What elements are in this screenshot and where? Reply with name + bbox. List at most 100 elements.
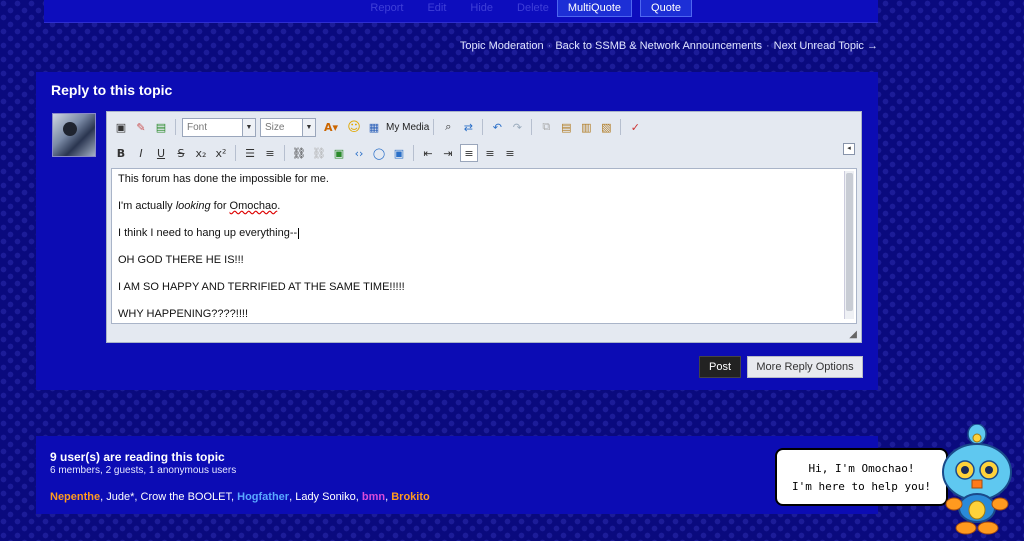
- unlink-icon[interactable]: ⛓: [311, 145, 327, 161]
- spellcheck-icon[interactable]: ✓: [627, 119, 643, 135]
- misspelled-word: Omochao: [229, 200, 278, 212]
- omochao-speech-bubble: Hi, I'm Omochao! I'm here to help you!: [775, 448, 948, 506]
- collapse-toolbar-icon[interactable]: ◂: [843, 143, 855, 155]
- readers-list: Nepenthe, Jude*, Crow the BOOLET, Hogfat…: [50, 491, 430, 503]
- size-select[interactable]: Size ▼: [260, 117, 316, 137]
- text-run: for: [210, 200, 230, 212]
- outdent-icon[interactable]: ⇤: [420, 145, 436, 161]
- text-run: .: [277, 200, 281, 212]
- post-actions: Report Edit Hide Delete MultiQuote Quote: [346, 0, 692, 17]
- source-icon[interactable]: ▣: [113, 119, 129, 135]
- text-color-icon[interactable]: A▾: [320, 119, 342, 135]
- italic-text: looking: [175, 200, 211, 212]
- paste-text-icon[interactable]: ▥: [578, 119, 594, 135]
- reader-username[interactable]: Crow the BOOLET: [141, 491, 231, 503]
- text-run: I'm actually: [118, 200, 176, 212]
- toolbar-separator: [235, 145, 236, 161]
- text-line: This forum has done the impossible for m…: [118, 173, 329, 185]
- select-all-icon[interactable]: ▤: [153, 119, 169, 135]
- back-to-forum-link[interactable]: Back to SSMB & Network Announcements: [555, 40, 762, 52]
- text-line: I AM SO HAPPY AND TERRIFIED AT THE SAME …: [118, 281, 405, 293]
- text-line: WHY HAPPENING????!!!!: [118, 308, 249, 320]
- report-link[interactable]: Report: [370, 2, 403, 14]
- media-icon[interactable]: ▦: [366, 119, 382, 135]
- text-line: OH GOD THERE HE IS!!!: [118, 254, 244, 266]
- emoticon-icon[interactable]: ☺: [346, 119, 362, 135]
- text-caret: [298, 227, 300, 239]
- omochao-mascot[interactable]: [934, 424, 1020, 536]
- post-button[interactable]: Post: [699, 356, 741, 378]
- textarea-scrollbar[interactable]: [844, 171, 854, 319]
- active-readers-panel: 9 user(s) are reading this topic 6 membe…: [36, 436, 878, 514]
- toolbar-separator: [620, 119, 622, 135]
- bold-icon[interactable]: B: [113, 145, 129, 161]
- reader-username[interactable]: bmn: [362, 491, 385, 503]
- image-icon[interactable]: ▣: [331, 145, 347, 161]
- reader-username[interactable]: Jude*: [106, 491, 134, 503]
- separator: ·: [547, 40, 552, 52]
- eraser-icon[interactable]: ✎: [133, 119, 149, 135]
- more-reply-options-button[interactable]: More Reply Options: [747, 356, 863, 378]
- multiquote-button[interactable]: MultiQuote: [556, 0, 633, 17]
- align-left-icon[interactable]: ≡: [460, 144, 478, 162]
- align-right-icon[interactable]: ≡: [502, 145, 518, 161]
- toolbar-separator: [284, 145, 285, 161]
- font-select[interactable]: Font ▼: [182, 117, 256, 137]
- italic-icon[interactable]: I: [133, 145, 149, 161]
- toolbar-separator: [482, 119, 484, 135]
- text-run: I think I need to hang up everything--: [118, 227, 298, 239]
- bubble-line: I'm here to help you!: [791, 480, 932, 493]
- spoiler-icon[interactable]: ▣: [391, 145, 407, 161]
- size-select-value: Size: [265, 121, 285, 133]
- readers-title: 9 user(s) are reading this topic: [50, 450, 225, 464]
- strikethrough-icon[interactable]: S: [173, 145, 189, 161]
- toolbar-separator: [413, 145, 414, 161]
- my-media-button[interactable]: My Media: [386, 122, 429, 133]
- avatar: [52, 113, 96, 157]
- resize-handle-icon[interactable]: ◢: [849, 329, 857, 340]
- toolbar-separator: [531, 119, 533, 135]
- code-icon[interactable]: ‹›: [351, 145, 367, 161]
- quote-button[interactable]: Quote: [640, 0, 692, 17]
- next-unread-link[interactable]: Next Unread Topic →: [774, 40, 878, 52]
- quote-icon[interactable]: ◯: [371, 145, 387, 161]
- chevron-down-icon: ▼: [302, 118, 315, 136]
- text-line: I'm actually looking for Omochao.: [118, 200, 856, 213]
- redo-icon[interactable]: ↷: [509, 119, 525, 135]
- post-action-strip: Report Edit Hide Delete MultiQuote Quote: [44, 0, 878, 23]
- chevron-down-icon: ▼: [242, 118, 255, 136]
- underline-icon[interactable]: U: [153, 145, 169, 161]
- toolbar-row-1: ▣ ✎ ▤ Font ▼ Size ▼ A▾ ☺ ▦ My Media ⌕ ⇄ …: [111, 116, 645, 138]
- readers-subtitle: 6 members, 2 guests, 1 anonymous users: [50, 465, 237, 476]
- topic-moderation-link[interactable]: Topic Moderation: [460, 40, 544, 52]
- reader-username[interactable]: Brokito: [391, 491, 430, 503]
- reader-username[interactable]: Nepenthe: [50, 491, 100, 503]
- subscript-icon[interactable]: x₂: [193, 145, 209, 161]
- topic-navigation: Topic Moderation · Back to SSMB & Network …: [460, 40, 878, 52]
- bulleted-list-icon[interactable]: ☰: [242, 145, 258, 161]
- find-icon[interactable]: ⌕: [440, 119, 456, 135]
- reply-panel: Reply to this topic ▣ ✎ ▤ Font ▼ Size ▼ …: [36, 72, 878, 390]
- hide-link[interactable]: Hide: [470, 2, 493, 14]
- toolbar-separator: [433, 119, 435, 135]
- scrollbar-thumb[interactable]: [846, 173, 853, 311]
- superscript-icon[interactable]: x²: [213, 145, 229, 161]
- paste-word-icon[interactable]: ▧: [598, 119, 614, 135]
- replace-icon[interactable]: ⇄: [460, 119, 476, 135]
- delete-link[interactable]: Delete: [517, 2, 549, 14]
- reply-textarea[interactable]: This forum has done the impossible for m…: [111, 168, 857, 324]
- paste-icon[interactable]: ▤: [558, 119, 574, 135]
- reader-username[interactable]: Lady Soniko: [295, 491, 356, 503]
- cut-icon[interactable]: ⧉: [538, 119, 554, 135]
- link-icon[interactable]: ⛓: [291, 145, 307, 161]
- reader-username[interactable]: Hogfather: [237, 491, 289, 503]
- align-center-icon[interactable]: ≡: [482, 145, 498, 161]
- undo-icon[interactable]: ↶: [489, 119, 505, 135]
- bubble-line: Hi, I'm Omochao!: [808, 462, 915, 475]
- numbered-list-icon[interactable]: ≡: [262, 145, 278, 161]
- rich-text-editor: ▣ ✎ ▤ Font ▼ Size ▼ A▾ ☺ ▦ My Media ⌕ ⇄ …: [106, 111, 862, 343]
- reply-title: Reply to this topic: [51, 82, 173, 98]
- text-line: I think I need to hang up everything--: [118, 227, 856, 240]
- edit-link[interactable]: Edit: [427, 2, 446, 14]
- indent-icon[interactable]: ⇥: [440, 145, 456, 161]
